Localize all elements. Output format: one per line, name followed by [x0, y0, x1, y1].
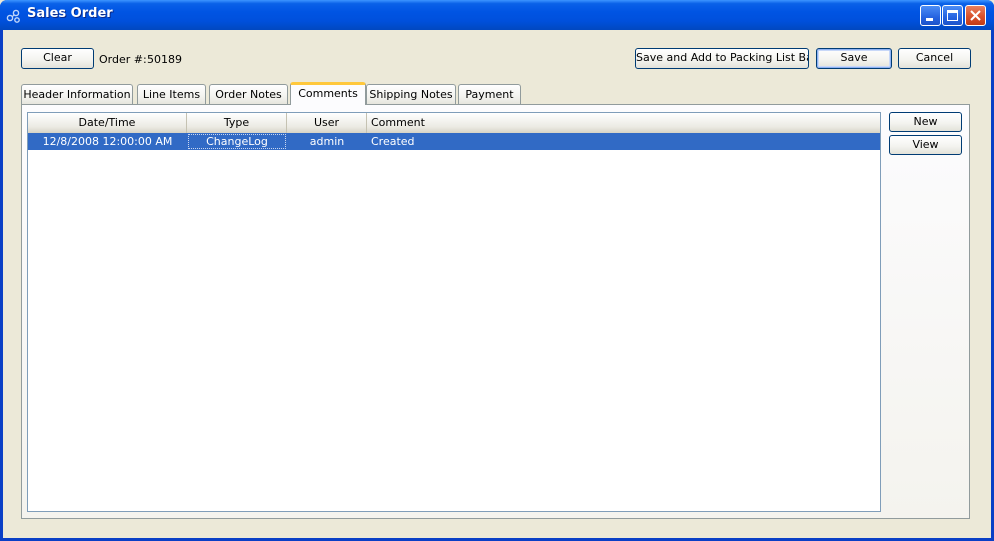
window-title: Sales Order — [27, 6, 113, 21]
sales-order-window: Sales Order Clear Order #: 50189 Save an… — [0, 0, 994, 541]
new-comment-button[interactable]: New — [889, 112, 962, 132]
cell-user: admin — [309, 135, 345, 148]
column-header-datetime[interactable]: Date/Time — [28, 113, 187, 133]
cancel-button[interactable]: Cancel — [898, 48, 971, 69]
title-bar[interactable]: Sales Order — [0, 0, 994, 30]
tab-shipping-notes[interactable]: Shipping Notes — [366, 84, 456, 104]
tab-comments[interactable]: Comments — [290, 82, 366, 105]
tab-order-notes[interactable]: Order Notes — [209, 84, 288, 104]
table-row[interactable]: 12/8/2008 12:00:00 AM ChangeLog admin Cr… — [28, 133, 880, 150]
table-header: Date/Time Type User Comment — [28, 113, 880, 134]
cell-type: ChangeLog — [187, 133, 287, 150]
maximize-button[interactable] — [942, 5, 963, 26]
save-button[interactable]: Save — [816, 48, 892, 69]
order-number-value: 50189 — [147, 53, 182, 66]
close-icon — [970, 10, 981, 21]
minimize-icon — [926, 18, 933, 21]
column-header-user[interactable]: User — [287, 113, 367, 133]
save-and-add-to-packing-list-batch-button[interactable]: Save and Add to Packing List Batch — [635, 48, 809, 69]
cell-comment: Created — [371, 135, 415, 148]
app-icon — [6, 8, 22, 24]
column-header-comment[interactable]: Comment — [367, 113, 880, 133]
cell-datetime: 12/8/2008 12:00:00 AM — [42, 135, 173, 148]
view-comment-button[interactable]: View — [889, 135, 962, 155]
maximize-icon — [947, 10, 958, 21]
tab-line-items[interactable]: Line Items — [137, 84, 206, 104]
clear-button[interactable]: Clear — [21, 48, 94, 69]
close-button[interactable] — [965, 5, 986, 26]
comments-table[interactable]: Date/Time Type User Comment 12/8/2008 12… — [27, 112, 881, 512]
order-number-label: Order #: — [99, 53, 147, 66]
tab-header-information[interactable]: Header Information — [21, 84, 133, 104]
tab-payment[interactable]: Payment — [458, 84, 521, 104]
column-header-type[interactable]: Type — [187, 113, 287, 133]
minimize-button[interactable] — [920, 5, 941, 26]
